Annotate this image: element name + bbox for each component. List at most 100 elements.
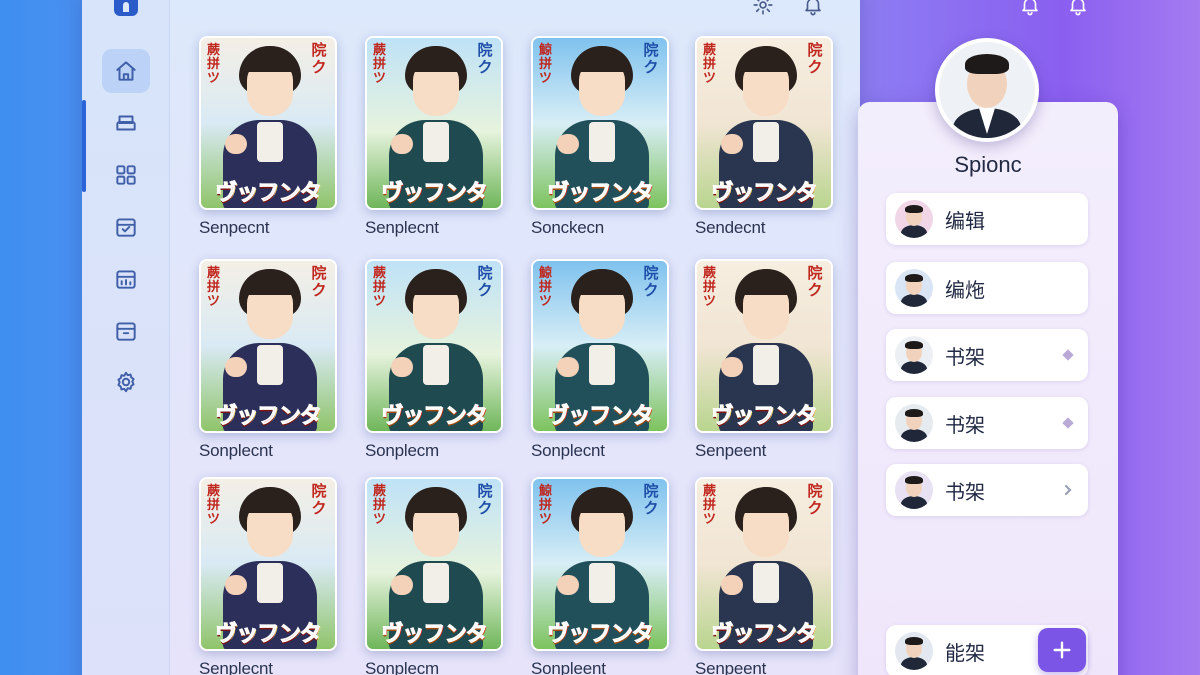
book-title[interactable]: Sonplecm bbox=[365, 659, 503, 675]
diamond-icon bbox=[1062, 417, 1074, 429]
archive-icon bbox=[116, 322, 136, 341]
book-card[interactable]: 蕨拼ツ 院ク ヴッフンタ Senpecnt bbox=[199, 36, 337, 238]
cover-side-title: 蕨拼ツ bbox=[207, 484, 221, 527]
nav-home[interactable] bbox=[102, 49, 150, 93]
cover-side-title: 蕨拼ツ bbox=[373, 484, 387, 527]
book-card[interactable]: 蕨拼ツ 院ク ヴッフンタ Sendecnt bbox=[695, 36, 833, 238]
nav-settings[interactable] bbox=[102, 360, 150, 404]
book-title[interactable]: Senplecnt bbox=[365, 218, 503, 238]
cover-title: ヴッフンタ bbox=[381, 622, 488, 648]
menu-item[interactable]: 书架 bbox=[886, 329, 1088, 381]
home-icon bbox=[116, 61, 136, 81]
book-title[interactable]: Sonpleent bbox=[531, 659, 669, 675]
cover-corner-title: 院ク bbox=[311, 482, 327, 517]
diamond-icon bbox=[1062, 349, 1074, 361]
cover-side-title: 鯨拼ツ bbox=[539, 484, 553, 527]
book-card[interactable]: 蕨拼ツ 院クヴッフンタ Senpeent bbox=[695, 259, 833, 461]
plus-icon bbox=[1053, 641, 1071, 659]
sidebar-active-indicator bbox=[82, 100, 86, 192]
cover-title: ヴッフンタ bbox=[711, 181, 818, 207]
book-cover[interactable]: 蕨拼ツ 院クヴッフンタ bbox=[365, 36, 503, 210]
avatar bbox=[895, 200, 933, 238]
book-title[interactable]: Sonplecnt bbox=[199, 441, 337, 461]
cover-title: ヴッフンタ bbox=[215, 622, 322, 648]
book-cover[interactable]: 蕨拼ツ 院クヴッフンタ bbox=[199, 259, 337, 433]
menu-item[interactable]: 编炧 bbox=[886, 262, 1088, 314]
cover-corner-title: 院ク bbox=[807, 482, 823, 517]
book-cover[interactable]: 鯨拼ツ 院ク ヴッフンタ bbox=[531, 36, 669, 210]
cover-title: ヴッフンタ bbox=[215, 181, 322, 207]
nav-grid[interactable] bbox=[102, 153, 150, 197]
bell-icon[interactable] bbox=[1066, 0, 1090, 16]
cover-corner-title: 院ク bbox=[477, 482, 493, 517]
book-cover[interactable]: 蕨拼ツ 院ク ヴッフンタ bbox=[695, 36, 833, 210]
cover-title: ヴッフンタ bbox=[381, 181, 488, 207]
cover-corner-title: 院ク bbox=[643, 482, 659, 517]
menu-item[interactable]: 书架 bbox=[886, 464, 1088, 516]
profile-panel bbox=[858, 102, 1118, 675]
cover-corner-title: 院ク bbox=[311, 264, 327, 299]
book-title[interactable]: Sonckecn bbox=[531, 218, 669, 238]
cover-side-title: 蕨拼ツ bbox=[373, 43, 387, 86]
book-card[interactable]: 蕨拼ツ 院クヴッフンタ Sonplecnt bbox=[199, 259, 337, 461]
cover-side-title: 蕨拼ツ bbox=[373, 266, 387, 309]
menu-item[interactable]: 书架 bbox=[886, 397, 1088, 449]
menu-item-label: 编辑 bbox=[945, 208, 985, 233]
book-title[interactable]: Senpecnt bbox=[199, 218, 337, 238]
book-cover[interactable]: 蕨拼ツ 院クヴッフンタ bbox=[365, 477, 503, 651]
avatar bbox=[895, 471, 933, 509]
cover-corner-title: 院ク bbox=[643, 264, 659, 299]
book-title[interactable]: Sendecnt bbox=[695, 218, 833, 238]
cover-corner-title: 院ク bbox=[477, 41, 493, 76]
book-card[interactable]: 鯨拼ツ 院ク ヴッフンタ Sonplecnt bbox=[531, 259, 669, 461]
cover-side-title: 蕨拼ツ bbox=[207, 266, 221, 309]
cover-title: ヴッフンタ bbox=[215, 404, 322, 430]
avatar bbox=[895, 336, 933, 374]
book-card[interactable]: 蕨拼ツ 院クヴッフンタ Senplecnt bbox=[199, 477, 337, 675]
menu-item-label: 编炧 bbox=[945, 277, 985, 302]
bell-icon[interactable] bbox=[801, 0, 825, 16]
nav-stack[interactable] bbox=[102, 101, 150, 145]
settings-icon[interactable] bbox=[751, 0, 775, 16]
cover-side-title: 蕨拼ツ bbox=[703, 484, 717, 527]
cover-title: ヴッフンタ bbox=[711, 404, 818, 430]
avatar bbox=[895, 269, 933, 307]
book-cover[interactable]: 蕨拼ツ 院ク ヴッフンタ bbox=[199, 36, 337, 210]
book-title[interactable]: Senpeent bbox=[695, 659, 833, 675]
book-title[interactable]: Sonplecnt bbox=[531, 441, 669, 461]
book-cover[interactable]: 蕨拼ツ 院クヴッフンタ bbox=[695, 259, 833, 433]
nav-inbox[interactable] bbox=[102, 205, 150, 249]
chevron-right-icon bbox=[1062, 484, 1074, 496]
book-card[interactable]: 蕨拼ツ 院クヴッフンタ Sonplecm bbox=[365, 477, 503, 675]
book-card[interactable]: 鯨拼ツ 院ク ヴッフンタ Sonckecn bbox=[531, 36, 669, 238]
book-card[interactable]: 鯨拼ツ 院ク ヴッフンタ Sonpleent bbox=[531, 477, 669, 675]
add-button[interactable] bbox=[1038, 628, 1086, 672]
avatar[interactable] bbox=[935, 38, 1039, 142]
gear-icon bbox=[117, 371, 135, 393]
book-cover[interactable]: 鯨拼ツ 院ク ヴッフンタ bbox=[531, 477, 669, 651]
cover-title: ヴッフンタ bbox=[547, 181, 654, 207]
book-cover[interactable]: 鯨拼ツ 院ク ヴッフンタ bbox=[531, 259, 669, 433]
book-card[interactable]: 蕨拼ツ 院ク ヴッフンタ Sonplecm bbox=[365, 259, 503, 461]
menu-item-label: 书架 bbox=[945, 479, 985, 504]
book-title[interactable]: Senplecnt bbox=[199, 659, 337, 675]
nav-archive[interactable] bbox=[102, 309, 150, 353]
grid-icon bbox=[116, 165, 136, 185]
book-cover[interactable]: 蕨拼ツ 院クヴッフンタ bbox=[199, 477, 337, 651]
avatar bbox=[895, 404, 933, 442]
book-cover[interactable]: 蕨拼ツ 院ク ヴッフンタ bbox=[695, 477, 833, 651]
cover-side-title: 蕨拼ツ bbox=[703, 43, 717, 86]
bell-icon[interactable] bbox=[1018, 0, 1042, 16]
book-card[interactable]: 蕨拼ツ 院ク ヴッフンタ Senpeent bbox=[695, 477, 833, 675]
profile-name: Spionc bbox=[954, 152, 1022, 177]
cover-corner-title: 院ク bbox=[643, 41, 659, 76]
menu-item[interactable]: 编辑 bbox=[886, 193, 1088, 245]
inbox-icon bbox=[116, 218, 136, 237]
nav-chart[interactable] bbox=[102, 257, 150, 301]
book-title[interactable]: Sonplecm bbox=[365, 441, 503, 461]
book-cover[interactable]: 蕨拼ツ 院ク ヴッフンタ bbox=[365, 259, 503, 433]
cover-side-title: 蕨拼ツ bbox=[703, 266, 717, 309]
cover-corner-title: 院ク bbox=[807, 264, 823, 299]
book-card[interactable]: 蕨拼ツ 院クヴッフンタ Senplecnt bbox=[365, 36, 503, 238]
book-title[interactable]: Senpeent bbox=[695, 441, 833, 461]
